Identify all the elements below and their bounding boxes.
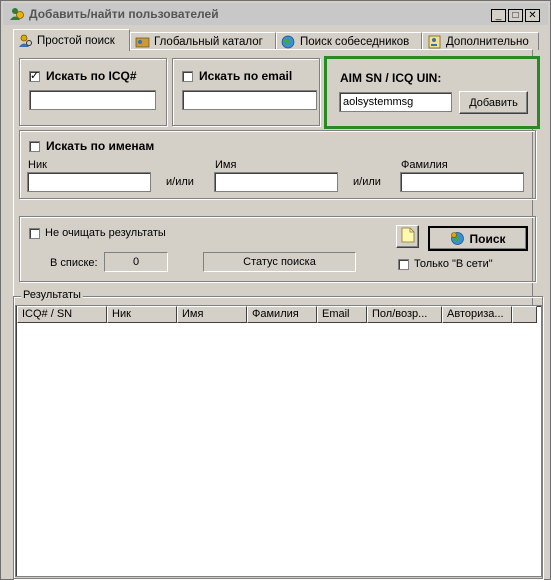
- user-card-icon: [427, 35, 442, 49]
- results-legend: Результаты: [21, 289, 83, 301]
- tab-simple-search[interactable]: Простой поиск: [13, 29, 130, 51]
- column-header-last-name[interactable]: Фамилия: [247, 306, 317, 323]
- document-icon: [401, 227, 415, 246]
- aim-label: AIM SN / ICQ UIN:: [340, 71, 442, 85]
- tab-label: Поиск собеседников: [300, 35, 410, 48]
- email-input[interactable]: [182, 90, 317, 110]
- email-search-checkbox[interactable]: [182, 71, 193, 82]
- add-button[interactable]: Добавить: [459, 91, 528, 114]
- maximize-icon: □: [512, 9, 519, 21]
- catalog-icon: [135, 35, 150, 49]
- online-only-checkbox[interactable]: [398, 259, 409, 270]
- title-bar[interactable]: Добавить/найти пользователей _ □ ✕: [3, 3, 548, 25]
- search-options-group: Не очищать результаты В списке: 0 Статус…: [19, 216, 536, 282]
- keep-results-checkbox[interactable]: [29, 228, 40, 239]
- name-search-group: Искать по именам Ник и/или Имя и/или Фам…: [19, 130, 536, 199]
- tab-global-catalog[interactable]: Глобальный каталог: [130, 32, 276, 50]
- column-header-filler: [512, 306, 537, 323]
- search-globe-icon: [450, 231, 465, 246]
- results-list[interactable]: ICQ# / SN Ник Имя Фамилия Email Пол/возр…: [15, 305, 542, 577]
- icq-search-label: Искать по ICQ#: [46, 69, 137, 83]
- last-name-input[interactable]: [400, 172, 524, 192]
- column-header-email[interactable]: Email: [317, 306, 367, 323]
- tab-label: Глобальный каталог: [154, 35, 263, 48]
- tab-label: Простой поиск: [37, 34, 115, 47]
- icq-search-group: ✓ Искать по ICQ#: [19, 58, 167, 126]
- window-title: Добавить/найти пользователей: [29, 7, 219, 21]
- new-file-button[interactable]: [396, 225, 419, 248]
- name-search-label: Искать по именам: [46, 139, 155, 153]
- tab-advanced[interactable]: Дополнительно: [422, 32, 539, 50]
- aim-add-group: AIM SN / ICQ UIN: Добавить: [324, 56, 540, 129]
- email-search-label: Искать по email: [199, 69, 293, 83]
- email-search-group: Искать по email: [172, 58, 320, 126]
- aim-uin-input[interactable]: [339, 92, 452, 112]
- online-only-label: Только "В сети": [414, 258, 493, 270]
- tab-label: Дополнительно: [446, 35, 529, 48]
- nick-input[interactable]: [27, 172, 151, 192]
- tab-find-contacts[interactable]: Поиск собеседников: [276, 32, 422, 50]
- close-icon: ✕: [528, 9, 537, 21]
- search-users-window: Добавить/найти пользователей _ □ ✕ Прост…: [0, 0, 551, 580]
- minimize-button[interactable]: _: [491, 9, 506, 22]
- column-header-nick[interactable]: Ник: [107, 306, 177, 323]
- close-button[interactable]: ✕: [525, 9, 540, 22]
- maximize-button[interactable]: □: [508, 9, 523, 22]
- first-name-input[interactable]: [214, 172, 338, 192]
- nick-label: Ник: [28, 159, 47, 171]
- dialog-client-area: Простой поиск Глобальный каталог Поиск с…: [3, 26, 548, 579]
- column-header-icq[interactable]: ICQ# / SN: [17, 306, 107, 323]
- column-header-gender-age[interactable]: Пол/возр...: [367, 306, 442, 323]
- or-label-2: и/или: [353, 176, 381, 188]
- search-button[interactable]: Поиск: [428, 226, 528, 251]
- in-list-label: В списке:: [50, 257, 98, 269]
- search-status: Статус поиска: [203, 252, 356, 272]
- icq-number-input[interactable]: [29, 90, 156, 110]
- column-header-authorization[interactable]: Авториза...: [442, 306, 512, 323]
- minimize-icon: _: [495, 9, 502, 21]
- search-button-label: Поиск: [469, 231, 506, 246]
- user-search-icon: [18, 34, 33, 48]
- first-name-label: Имя: [215, 159, 237, 171]
- icq-search-checkbox[interactable]: ✓: [29, 71, 40, 82]
- app-icon: [9, 6, 25, 22]
- column-header-first-name[interactable]: Имя: [177, 306, 247, 323]
- keep-results-label: Не очищать результаты: [45, 227, 166, 239]
- globe-icon: [281, 35, 296, 49]
- or-label-1: и/или: [166, 176, 194, 188]
- in-list-count: 0: [104, 252, 168, 272]
- name-search-checkbox[interactable]: [29, 141, 40, 152]
- last-name-label: Фамилия: [401, 159, 448, 171]
